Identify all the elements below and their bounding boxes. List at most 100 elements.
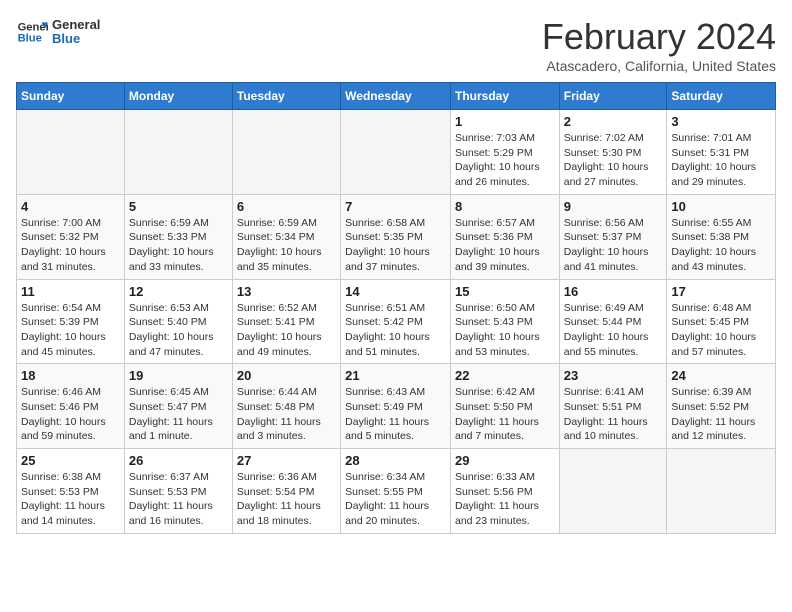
day-detail: Sunrise: 6:44 AMSunset: 5:48 PMDaylight:… — [237, 385, 336, 444]
day-detail: Sunrise: 6:38 AMSunset: 5:53 PMDaylight:… — [21, 470, 120, 529]
day-detail: Sunrise: 7:01 AMSunset: 5:31 PMDaylight:… — [671, 131, 771, 190]
day-detail: Sunrise: 6:58 AMSunset: 5:35 PMDaylight:… — [345, 216, 446, 275]
day-number: 5 — [129, 199, 228, 214]
calendar-cell: 26 Sunrise: 6:37 AMSunset: 5:53 PMDayligh… — [124, 449, 232, 534]
day-number: 17 — [671, 284, 771, 299]
day-number: 20 — [237, 368, 336, 383]
day-number: 2 — [564, 114, 663, 129]
week-row-3: 11 Sunrise: 6:54 AMSunset: 5:39 PMDayligh… — [17, 279, 776, 364]
day-number: 29 — [455, 453, 555, 468]
day-detail: Sunrise: 7:03 AMSunset: 5:29 PMDaylight:… — [455, 131, 555, 190]
day-number: 18 — [21, 368, 120, 383]
day-detail: Sunrise: 6:56 AMSunset: 5:37 PMDaylight:… — [564, 216, 663, 275]
calendar-cell: 27Sunrise: 6:36 AMSunset: 5:54 PMDayligh… — [232, 449, 340, 534]
calendar-cell: 22 Sunrise: 6:42 AMSunset: 5:50 PMDayligh… — [450, 364, 559, 449]
calendar-cell: 20 Sunrise: 6:44 AMSunset: 5:48 PMDayligh… — [232, 364, 340, 449]
svg-text:Blue: Blue — [18, 33, 42, 45]
calendar-cell: 23 Sunrise: 6:41 AMSunset: 5:51 PMDayligh… — [559, 364, 667, 449]
day-number: 4 — [21, 199, 120, 214]
logo-blue: Blue — [52, 32, 100, 46]
day-detail: Sunrise: 6:59 AMSunset: 5:34 PMDaylight:… — [237, 216, 336, 275]
calendar-cell — [559, 449, 667, 534]
calendar-cell: 3 Sunrise: 7:01 AMSunset: 5:31 PMDaylight… — [667, 110, 776, 195]
day-detail: Sunrise: 6:51 AMSunset: 5:42 PMDaylight:… — [345, 301, 446, 360]
calendar-cell: 21Sunrise: 6:43 AMSunset: 5:49 PMDayligh… — [341, 364, 451, 449]
weekday-header-row: SundayMondayTuesdayWednesdayThursdayFrid… — [17, 83, 776, 110]
calendar-cell: 9 Sunrise: 6:56 AMSunset: 5:37 PMDaylight… — [559, 194, 667, 279]
day-number: 1 — [455, 114, 555, 129]
day-number: 6 — [237, 199, 336, 214]
day-detail: Sunrise: 7:02 AMSunset: 5:30 PMDaylight:… — [564, 131, 663, 190]
day-detail: Sunrise: 6:49 AMSunset: 5:44 PMDaylight:… — [564, 301, 663, 360]
day-number: 24 — [671, 368, 771, 383]
calendar-table: SundayMondayTuesdayWednesdayThursdayFrid… — [16, 82, 776, 534]
day-detail: Sunrise: 6:53 AMSunset: 5:40 PMDaylight:… — [129, 301, 228, 360]
calendar-cell — [341, 110, 451, 195]
day-detail: Sunrise: 6:41 AMSunset: 5:51 PMDaylight:… — [564, 385, 663, 444]
day-number: 7 — [345, 199, 446, 214]
calendar-cell: 18 Sunrise: 6:46 AMSunset: 5:46 PMDayligh… — [17, 364, 125, 449]
day-number: 11 — [21, 284, 120, 299]
logo-general: General — [52, 18, 100, 32]
day-number: 26 — [129, 453, 228, 468]
title-block: February 2024 Atascadero, California, Un… — [542, 16, 776, 74]
calendar-cell — [17, 110, 125, 195]
day-detail: Sunrise: 6:37 AMSunset: 5:53 PMDaylight:… — [129, 470, 228, 529]
calendar-cell: 15Sunrise: 6:50 AMSunset: 5:43 PMDayligh… — [450, 279, 559, 364]
day-number: 25 — [21, 453, 120, 468]
calendar-cell: 8Sunrise: 6:57 AMSunset: 5:36 PMDaylight… — [450, 194, 559, 279]
calendar-cell: 10 Sunrise: 6:55 AMSunset: 5:38 PMDayligh… — [667, 194, 776, 279]
calendar-cell: 11 Sunrise: 6:54 AMSunset: 5:39 PMDayligh… — [17, 279, 125, 364]
calendar-cell: 2 Sunrise: 7:02 AMSunset: 5:30 PMDaylight… — [559, 110, 667, 195]
calendar-cell: 14 Sunrise: 6:51 AMSunset: 5:42 PMDayligh… — [341, 279, 451, 364]
calendar-cell: 28Sunrise: 6:34 AMSunset: 5:55 PMDayligh… — [341, 449, 451, 534]
calendar-cell: 25 Sunrise: 6:38 AMSunset: 5:53 PMDayligh… — [17, 449, 125, 534]
page-header: General Blue General Blue February 2024 … — [16, 16, 776, 74]
day-number: 14 — [345, 284, 446, 299]
day-detail: Sunrise: 6:50 AMSunset: 5:43 PMDaylight:… — [455, 301, 555, 360]
week-row-1: 1 Sunrise: 7:03 AMSunset: 5:29 PMDaylight… — [17, 110, 776, 195]
day-number: 22 — [455, 368, 555, 383]
logo-icon: General Blue — [16, 16, 48, 48]
day-number: 10 — [671, 199, 771, 214]
day-number: 12 — [129, 284, 228, 299]
day-detail: Sunrise: 6:33 AMSunset: 5:56 PMDaylight:… — [455, 470, 555, 529]
day-number: 13 — [237, 284, 336, 299]
calendar-cell: 1 Sunrise: 7:03 AMSunset: 5:29 PMDaylight… — [450, 110, 559, 195]
day-detail: Sunrise: 6:55 AMSunset: 5:38 PMDaylight:… — [671, 216, 771, 275]
day-detail: Sunrise: 6:52 AMSunset: 5:41 PMDaylight:… — [237, 301, 336, 360]
day-detail: Sunrise: 6:43 AMSunset: 5:49 PMDaylight:… — [345, 385, 446, 444]
calendar-location: Atascadero, California, United States — [542, 58, 776, 74]
day-number: 19 — [129, 368, 228, 383]
weekday-header-tuesday: Tuesday — [232, 83, 340, 110]
day-number: 23 — [564, 368, 663, 383]
day-number: 28 — [345, 453, 446, 468]
day-detail: Sunrise: 7:00 AMSunset: 5:32 PMDaylight:… — [21, 216, 120, 275]
calendar-cell: 19Sunrise: 6:45 AMSunset: 5:47 PMDayligh… — [124, 364, 232, 449]
day-detail: Sunrise: 6:42 AMSunset: 5:50 PMDaylight:… — [455, 385, 555, 444]
day-number: 3 — [671, 114, 771, 129]
day-detail: Sunrise: 6:54 AMSunset: 5:39 PMDaylight:… — [21, 301, 120, 360]
calendar-cell — [667, 449, 776, 534]
week-row-2: 4 Sunrise: 7:00 AMSunset: 5:32 PMDaylight… — [17, 194, 776, 279]
day-detail: Sunrise: 6:46 AMSunset: 5:46 PMDaylight:… — [21, 385, 120, 444]
day-detail: Sunrise: 6:57 AMSunset: 5:36 PMDaylight:… — [455, 216, 555, 275]
day-detail: Sunrise: 6:39 AMSunset: 5:52 PMDaylight:… — [671, 385, 771, 444]
calendar-cell: 12 Sunrise: 6:53 AMSunset: 5:40 PMDayligh… — [124, 279, 232, 364]
weekday-header-friday: Friday — [559, 83, 667, 110]
calendar-cell: 7 Sunrise: 6:58 AMSunset: 5:35 PMDaylight… — [341, 194, 451, 279]
weekday-header-thursday: Thursday — [450, 83, 559, 110]
day-number: 16 — [564, 284, 663, 299]
day-detail: Sunrise: 6:59 AMSunset: 5:33 PMDaylight:… — [129, 216, 228, 275]
calendar-cell: 13 Sunrise: 6:52 AMSunset: 5:41 PMDayligh… — [232, 279, 340, 364]
calendar-cell: 4 Sunrise: 7:00 AMSunset: 5:32 PMDaylight… — [17, 194, 125, 279]
calendar-cell — [232, 110, 340, 195]
day-detail: Sunrise: 6:48 AMSunset: 5:45 PMDaylight:… — [671, 301, 771, 360]
calendar-cell: 24 Sunrise: 6:39 AMSunset: 5:52 PMDayligh… — [667, 364, 776, 449]
weekday-header-saturday: Saturday — [667, 83, 776, 110]
calendar-cell: 29 Sunrise: 6:33 AMSunset: 5:56 PMDayligh… — [450, 449, 559, 534]
calendar-cell — [124, 110, 232, 195]
calendar-cell: 6 Sunrise: 6:59 AMSunset: 5:34 PMDaylight… — [232, 194, 340, 279]
week-row-4: 18 Sunrise: 6:46 AMSunset: 5:46 PMDayligh… — [17, 364, 776, 449]
day-number: 9 — [564, 199, 663, 214]
